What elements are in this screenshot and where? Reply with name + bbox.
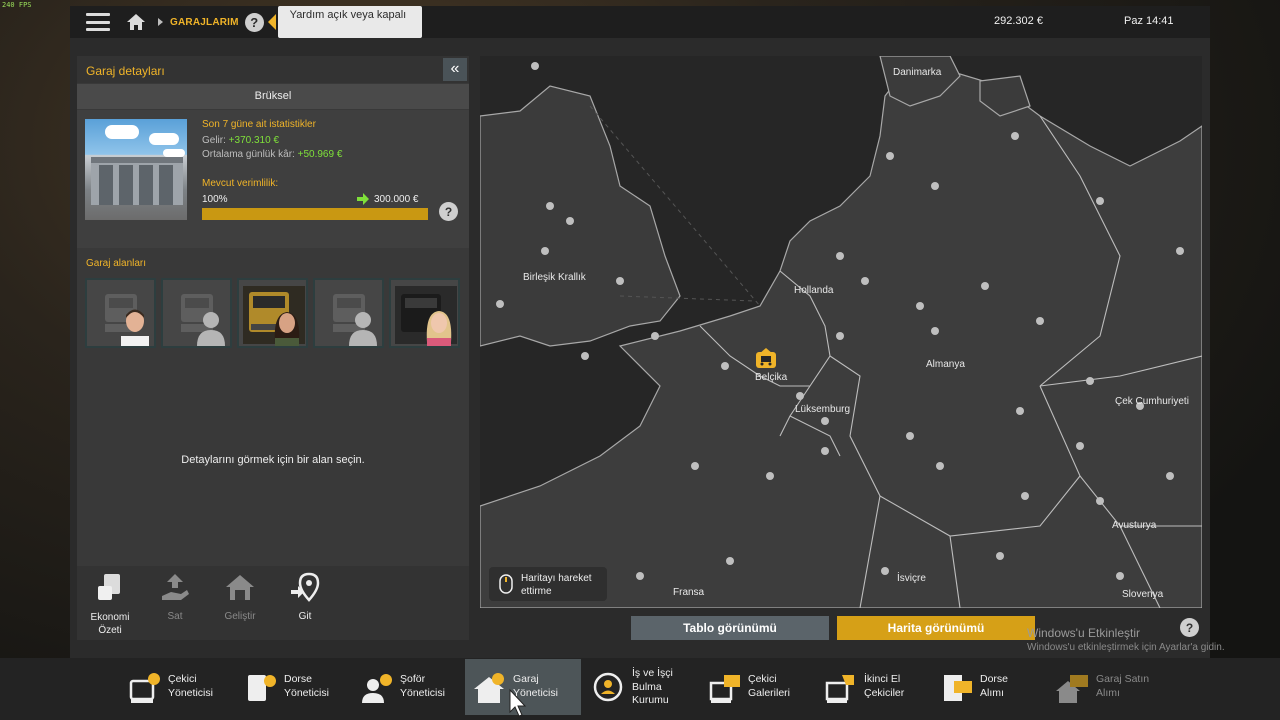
dock-item-label: Çekici Yöneticisi bbox=[168, 673, 213, 699]
truck-dealer-icon bbox=[709, 675, 740, 703]
sell-label: Sat bbox=[167, 611, 183, 622]
garage-slot-1[interactable] bbox=[85, 278, 156, 348]
map-label-france: Fransa bbox=[673, 587, 705, 598]
map-land bbox=[480, 56, 1202, 608]
dock-item-recruitment[interactable]: İş ve İşçi Bulma Kurumu bbox=[584, 659, 696, 715]
mouse-icon bbox=[499, 574, 513, 594]
windows-activation-subtitle: Windows'u etkinleştirmek için Ayarlar'a … bbox=[1027, 642, 1225, 653]
help-toggle-button[interactable]: ? bbox=[244, 12, 264, 32]
avg-profit-value: +50.969 € bbox=[297, 149, 343, 160]
map-label-belgium: Belçika bbox=[755, 372, 788, 383]
garage-manager-icon bbox=[474, 673, 504, 703]
female-driver-avatar bbox=[274, 312, 300, 346]
dock-item-used-trucks[interactable]: İkinci El Çekiciler bbox=[816, 659, 928, 715]
income-line: Gelir: +370.310 € bbox=[202, 135, 279, 146]
goto-icon bbox=[291, 572, 320, 602]
map-move-hint[interactable]: Haritayı hareket ettirme bbox=[489, 567, 607, 601]
trailer-manager-icon bbox=[248, 675, 276, 701]
garage-image bbox=[85, 119, 187, 220]
garage-slot-3[interactable] bbox=[237, 278, 308, 348]
dock-item-label: Garaj Satın Alımı bbox=[1096, 673, 1150, 699]
recruitment-icon bbox=[593, 672, 623, 702]
help-button[interactable]: ? bbox=[1180, 618, 1199, 637]
map-label-luxembourg: Lüksemburg bbox=[795, 404, 851, 415]
tooltip-pointer bbox=[267, 14, 276, 30]
upgrade-label: Geliştir bbox=[224, 611, 256, 622]
economy-icon bbox=[98, 574, 120, 600]
windows-activation-title: Windows'u Etkinleştir bbox=[1027, 626, 1140, 640]
garage-city: Brüksel bbox=[77, 84, 469, 109]
garage-slot-5[interactable] bbox=[389, 278, 460, 348]
garage-slot-2[interactable] bbox=[161, 278, 232, 348]
menu-icon[interactable] bbox=[86, 13, 110, 31]
efficiency-title: Mevcut verimlilik: bbox=[202, 178, 279, 189]
dock-item-label: İkinci El Çekiciler bbox=[864, 673, 905, 699]
dock-item-label: Çekici Galerileri bbox=[748, 673, 791, 699]
dock-item-driver-manager[interactable]: Şoför Yöneticisi bbox=[352, 659, 464, 715]
map-label-austria: Avusturya bbox=[1112, 520, 1157, 531]
fps-counter: 240 FPS bbox=[2, 1, 32, 9]
select-area-hint: Detaylarını görmek için bir alan seçin. bbox=[181, 454, 365, 466]
dock-item-truck-manager[interactable]: Çekici Yöneticisi bbox=[120, 659, 232, 715]
arrow-right-icon bbox=[357, 193, 369, 205]
efficiency-bar bbox=[202, 208, 428, 220]
upgrade-button[interactable]: Geliştir bbox=[210, 572, 270, 622]
world-map[interactable]: Danimarka Birleşik Krallık Hollanda Belç… bbox=[480, 56, 1202, 608]
map-label-netherlands: Hollanda bbox=[794, 285, 834, 296]
income-value: +370.310 € bbox=[228, 135, 279, 146]
truck-manager-icon bbox=[129, 673, 160, 703]
table-view-button[interactable]: Tablo görünümü bbox=[631, 616, 829, 640]
panel-title: Garaj detayları bbox=[86, 64, 165, 78]
trailer-purchase-icon bbox=[944, 675, 972, 701]
efficiency-help-button[interactable]: ? bbox=[439, 202, 458, 221]
sell-icon bbox=[162, 574, 189, 600]
dock-item-label: Şoför Yöneticisi bbox=[400, 673, 445, 699]
map-move-hint-label: Haritayı hareket ettirme bbox=[521, 573, 592, 597]
sell-button[interactable]: Sat bbox=[145, 572, 205, 622]
breadcrumb-separator-icon bbox=[158, 18, 163, 26]
home-icon[interactable] bbox=[126, 12, 146, 32]
driver-silhouette-icon bbox=[349, 312, 377, 346]
dock-item-trailer-purchase[interactable]: Dorse Alımı bbox=[932, 659, 1044, 715]
map-label-denmark: Danimarka bbox=[893, 67, 942, 78]
breadcrumb[interactable]: GARAJLARIM bbox=[170, 17, 239, 28]
avg-profit-line: Ortalama günlük kâr: +50.969 € bbox=[202, 149, 343, 160]
economy-summary-button[interactable]: Ekonomi Özeti bbox=[80, 572, 140, 637]
efficiency-bar-fill bbox=[202, 208, 428, 220]
garage-marker-icon[interactable] bbox=[755, 347, 777, 369]
map-label-germany: Almanya bbox=[926, 359, 965, 370]
dock-item-label: İş ve İşçi Bulma Kurumu bbox=[632, 667, 673, 706]
map-label-slovenia: Slovenya bbox=[1122, 589, 1164, 600]
driver-manager-icon bbox=[362, 674, 392, 703]
dock-item-garage-purchase[interactable]: Garaj Satın Alımı bbox=[1048, 659, 1160, 715]
economy-summary-label: Ekonomi Özeti bbox=[90, 612, 130, 636]
upgrade-icon bbox=[226, 575, 254, 600]
goto-button[interactable]: Git bbox=[275, 572, 335, 622]
used-trucks-icon bbox=[825, 675, 854, 703]
collapse-panel-button[interactable]: « bbox=[443, 58, 467, 81]
dock-item-trailer-manager[interactable]: Dorse Yöneticisi bbox=[236, 659, 348, 715]
male-driver-avatar bbox=[121, 309, 149, 346]
dock-item-label: Dorse Alımı bbox=[980, 673, 1009, 699]
garage-slot-4[interactable] bbox=[313, 278, 384, 348]
game-clock: Paz 14:41 bbox=[1124, 15, 1174, 27]
mouse-cursor-icon bbox=[509, 688, 527, 717]
help-tooltip: Yardım açık veya kapalı bbox=[277, 6, 422, 38]
map-view-button[interactable]: Harita görünümü bbox=[837, 616, 1035, 640]
efficiency-value: 300.000 € bbox=[374, 194, 419, 205]
garage-purchase-icon bbox=[1056, 675, 1088, 703]
map-label-czech: Çek Cumhuriyeti bbox=[1115, 396, 1189, 407]
dock-item-label: Dorse Yöneticisi bbox=[284, 673, 329, 699]
garage-areas-title: Garaj alanları bbox=[86, 258, 147, 269]
money-display: 292.302 € bbox=[994, 15, 1043, 27]
goto-label: Git bbox=[298, 611, 312, 622]
blonde-driver-avatar bbox=[426, 311, 452, 346]
dock-item-truck-dealer[interactable]: Çekici Galerileri bbox=[700, 659, 812, 715]
map-label-uk: Birleşik Krallık bbox=[523, 272, 586, 283]
map-label-switzerland: İsviçre bbox=[897, 573, 926, 584]
efficiency-percent: 100% bbox=[202, 194, 228, 205]
driver-silhouette-icon bbox=[197, 312, 225, 346]
stats-title: Son 7 güne ait istatistikler bbox=[202, 119, 316, 130]
